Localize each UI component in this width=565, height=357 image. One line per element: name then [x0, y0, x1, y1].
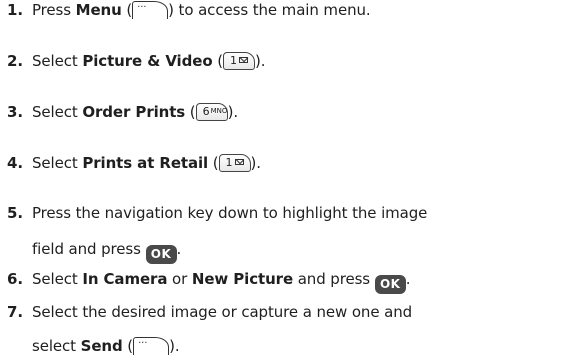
- step-number: 2.: [7, 52, 23, 70]
- send-softkey-icon: ···: [133, 337, 170, 355]
- envelope-icon: [238, 57, 248, 63]
- ok-key-icon: OK: [374, 275, 406, 294]
- menu-label: Menu: [75, 1, 122, 19]
- ok-key-icon: OK: [145, 245, 177, 264]
- key-6-icon: 6 MNO: [195, 103, 228, 121]
- key-1-icon: 1: [218, 154, 251, 172]
- new-picture-label: New Picture: [191, 270, 294, 288]
- step-number: 5.: [7, 204, 23, 222]
- step-text: Select In Camera or New Picture and pres…: [32, 270, 560, 294]
- step-text: Select Order Prints (6 MNO).: [32, 103, 238, 121]
- prints-at-retail-label: Prints at Retail: [82, 154, 209, 172]
- step-text: Press the navigation key down to highlig…: [32, 204, 560, 264]
- step-text: Select Prints at Retail (1).: [32, 154, 261, 172]
- step-number: 4.: [7, 154, 23, 172]
- step-number: 6.: [7, 270, 23, 288]
- order-prints-label: Order Prints: [82, 103, 186, 121]
- step-text: Press Menu (···) to access the main menu…: [32, 1, 371, 19]
- step-number: 1.: [7, 1, 23, 19]
- send-label: Send: [80, 337, 123, 355]
- in-camera-label: In Camera: [82, 270, 168, 288]
- step-text: Select Picture & Video (1).: [32, 52, 266, 70]
- envelope-icon: [234, 159, 244, 165]
- step-text: Select the desired image or capture a ne…: [32, 303, 413, 355]
- step-number: 7.: [7, 303, 23, 321]
- picture-video-label: Picture & Video: [82, 52, 213, 70]
- step-number: 3.: [7, 103, 23, 121]
- menu-softkey-icon: ···: [132, 1, 169, 19]
- key-1-icon: 1: [222, 52, 255, 70]
